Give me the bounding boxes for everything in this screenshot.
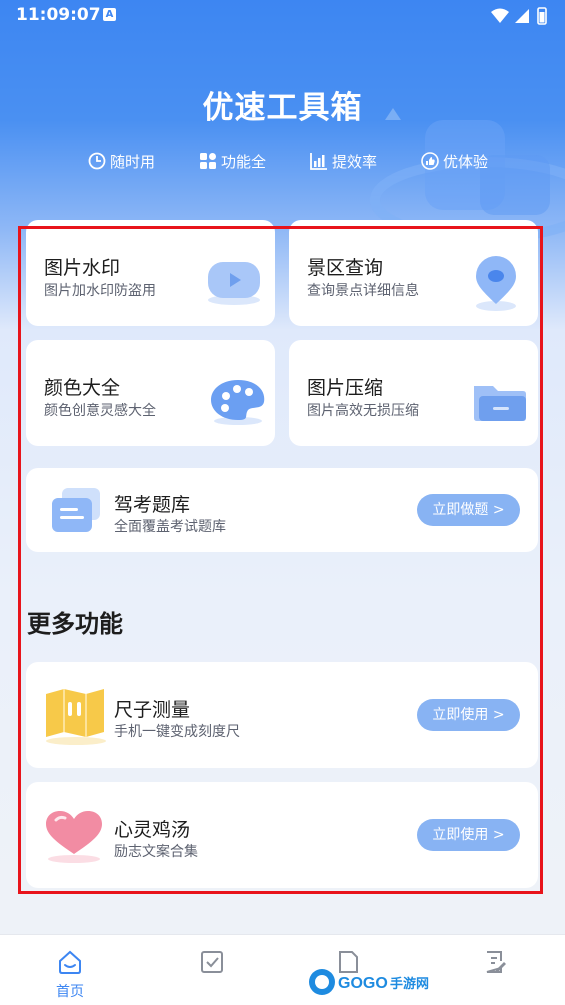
thumbs-up-icon <box>421 152 439 170</box>
bar-chart-icon <box>310 153 327 170</box>
feature-anytime: 随时用 <box>88 150 155 172</box>
feature-efficiency: 提效率 <box>310 150 377 172</box>
tab-label: 首页 <box>56 984 84 1000</box>
feature-label: 提效率 <box>331 152 377 171</box>
svg-text:手游网: 手游网 <box>390 976 429 992</box>
status-bar: 11:09:07 A <box>0 0 565 30</box>
svg-text:GOGO: GOGO <box>338 975 388 992</box>
checkbox-icon <box>201 951 223 973</box>
feature-experience: 优体验 <box>421 150 488 172</box>
system-status-icons <box>491 7 547 25</box>
edit-icon <box>486 951 506 973</box>
tab-home[interactable]: 首页 <box>40 949 100 1001</box>
status-time: 11:09:07 <box>16 5 101 25</box>
bottom-tab-bar: 首页 <box>0 934 565 1005</box>
feature-label: 随时用 <box>110 152 156 171</box>
feature-highlights: 随时用 功能全 提效率 优体验 <box>88 150 488 172</box>
feature-complete: 功能全 <box>199 150 266 172</box>
tab-tasks[interactable] <box>182 949 242 979</box>
grid-icon <box>199 153 216 169</box>
clock-sync-icon <box>88 152 106 170</box>
feature-label: 功能全 <box>220 152 266 171</box>
notification-badge-icon: A <box>103 8 116 21</box>
watermark-logo: GOGO 手游网 <box>309 969 429 995</box>
home-icon <box>59 950 81 974</box>
tab-notes[interactable] <box>465 949 525 979</box>
app-title: 优速工具箱 <box>202 90 363 126</box>
highlight-frame <box>18 226 543 894</box>
feature-label: 优体验 <box>442 152 488 171</box>
